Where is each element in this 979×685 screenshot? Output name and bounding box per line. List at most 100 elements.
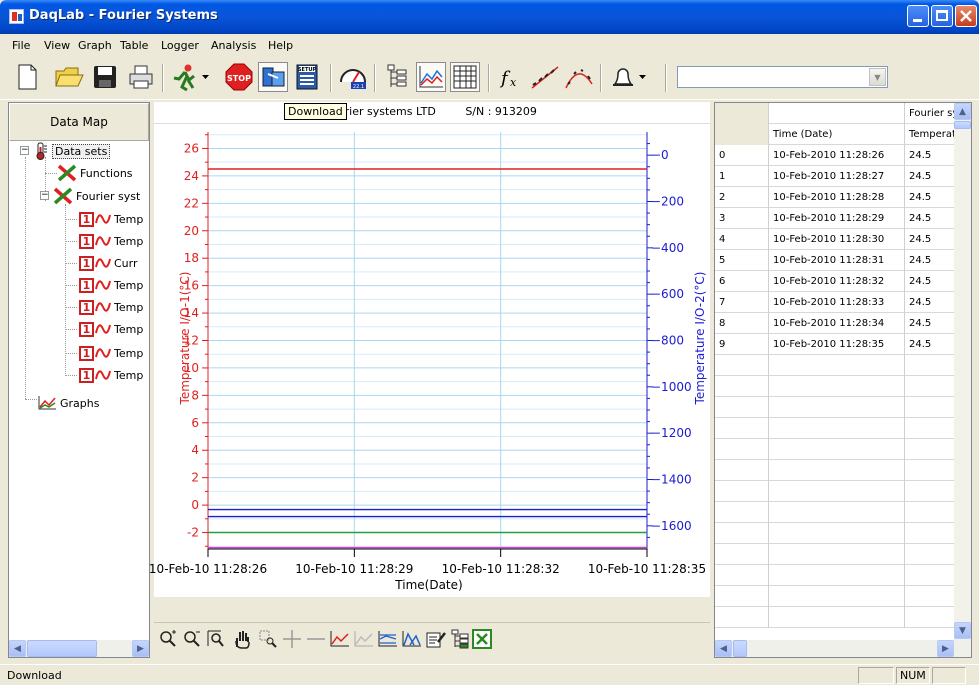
left-panel-scrollbar[interactable]: ◀ ▶ <box>9 640 149 657</box>
run-dropdown[interactable] <box>200 62 212 92</box>
table-row[interactable]: 3 10-Feb-2010 11:28:29 24.5 <box>715 208 971 229</box>
print-button[interactable] <box>126 62 156 92</box>
table-row[interactable] <box>715 439 971 460</box>
zoom-fit-button[interactable] <box>206 629 226 649</box>
cursor-remove-button[interactable] <box>306 629 326 649</box>
tree-item-sensor-4[interactable]: 1 Temp <box>79 275 143 295</box>
cursor-add-button[interactable] <box>282 629 302 649</box>
stop-button[interactable]: STOP <box>224 62 254 92</box>
line-graph-gray-button[interactable] <box>354 629 374 649</box>
minimize-button[interactable] <box>907 5 929 27</box>
data-map-button[interactable]: Data Map <box>9 103 149 141</box>
collapse-logger[interactable]: − <box>40 191 49 200</box>
table-row[interactable]: 8 10-Feb-2010 11:28:34 24.5 <box>715 313 971 334</box>
scroll-right-button[interactable]: ▶ <box>937 640 954 657</box>
tree-item-functions[interactable]: Functions <box>57 163 133 183</box>
menu-view[interactable]: View <box>44 39 70 52</box>
tree-item-sensor-1[interactable]: 1 Temp <box>79 209 143 229</box>
table-row[interactable]: 2 10-Feb-2010 11:28:28 24.5 <box>715 187 971 208</box>
table-row[interactable] <box>715 523 971 544</box>
tree-item-graphs[interactable]: Graphs <box>37 393 99 413</box>
table-row[interactable] <box>715 481 971 502</box>
scroll-thumb[interactable] <box>954 121 971 129</box>
column-header-time[interactable]: Time (Date) <box>769 124 905 145</box>
scroll-up-button[interactable]: ▲ <box>954 103 971 120</box>
function-button[interactable]: fx <box>496 62 526 92</box>
tree-item-sensor-2[interactable]: 1 Temp <box>79 231 143 251</box>
tree-item-sensor-8[interactable]: 1 Temp <box>79 365 143 385</box>
save-button[interactable] <box>90 62 120 92</box>
table-row[interactable]: 4 10-Feb-2010 11:28:30 24.5 <box>715 229 971 250</box>
menu-graph[interactable]: Graph <box>78 39 112 52</box>
menu-table[interactable]: Table <box>120 39 148 52</box>
menu-analysis[interactable]: Analysis <box>211 39 256 52</box>
table-row[interactable] <box>715 376 971 397</box>
graph-toggle[interactable] <box>416 62 446 92</box>
maximize-button[interactable] <box>931 5 953 27</box>
scroll-left-button[interactable]: ◀ <box>715 640 732 657</box>
scroll-down-button[interactable]: ▼ <box>954 622 971 639</box>
title-bar[interactable]: DaqLab - Fourier Systems <box>0 0 979 34</box>
combo-dropdown-button[interactable]: ▼ <box>869 68 886 86</box>
table-row[interactable]: 7 10-Feb-2010 11:28:33 24.5 <box>715 292 971 313</box>
open-button[interactable] <box>54 62 84 92</box>
tree-item-sensor-6[interactable]: 1 Temp <box>79 319 143 339</box>
bar-area-button[interactable] <box>402 629 422 649</box>
menu-logger[interactable]: Logger <box>161 39 199 52</box>
table-vertical-scrollbar[interactable]: ▲ ▼ <box>954 103 971 641</box>
trend-line-button[interactable] <box>530 62 560 92</box>
close-button[interactable] <box>955 5 977 27</box>
meter-button[interactable]: 22.1 <box>338 62 368 92</box>
zoom-area-button[interactable] <box>258 629 278 649</box>
table-horizontal-scrollbar[interactable]: ◀ ▶ <box>715 640 971 657</box>
data-map-toggle[interactable] <box>382 62 412 92</box>
zoom-in-button[interactable] <box>158 629 178 649</box>
table-row[interactable] <box>715 502 971 523</box>
alarm-dropdown[interactable] <box>637 62 649 92</box>
collapse-data-sets[interactable]: − <box>20 146 29 155</box>
curve-fit-button[interactable] <box>564 62 594 92</box>
menu-help[interactable]: Help <box>268 39 293 52</box>
scroll-left-button[interactable]: ◀ <box>9 640 26 657</box>
setup-button[interactable]: SETUP <box>292 62 322 92</box>
new-button[interactable] <box>12 62 42 92</box>
download-button[interactable] <box>258 62 288 92</box>
table-row[interactable]: 6 10-Feb-2010 11:28:32 24.5 <box>715 271 971 292</box>
table-toggle[interactable] <box>450 62 480 92</box>
scroll-right-button[interactable]: ▶ <box>132 640 149 657</box>
table-row[interactable] <box>715 544 971 565</box>
table-row[interactable] <box>715 397 971 418</box>
scroll-thumb[interactable] <box>27 640 97 657</box>
tree-item-sensor-3[interactable]: 1 Curr <box>79 253 138 273</box>
plot-area[interactable] <box>154 124 710 597</box>
line-graph-button[interactable] <box>330 629 350 649</box>
table-row[interactable] <box>715 355 971 376</box>
excel-export-button[interactable] <box>472 629 492 649</box>
table-row[interactable] <box>715 607 971 628</box>
table-row[interactable]: 0 10-Feb-2010 11:28:26 24.5 <box>715 145 971 166</box>
zoom-out-button[interactable] <box>182 629 202 649</box>
table-row[interactable] <box>715 565 971 586</box>
table-row[interactable] <box>715 460 971 481</box>
table-row[interactable]: 5 10-Feb-2010 11:28:31 24.5 <box>715 250 971 271</box>
table-row[interactable]: 9 10-Feb-2010 11:28:35 24.5 <box>715 334 971 355</box>
tree-item-logger[interactable]: Fourier syst <box>53 186 140 206</box>
tree-item-sensor-5[interactable]: 1 Temp <box>79 297 143 317</box>
column-header-temperature[interactable]: Temperatu <box>905 124 956 145</box>
properties-button[interactable] <box>426 629 446 649</box>
menu-file[interactable]: File <box>12 39 30 52</box>
pan-button[interactable] <box>232 629 252 649</box>
tree-item-data-sets[interactable]: Data sets <box>33 141 111 161</box>
data-map-tool-button[interactable] <box>450 629 470 649</box>
tree-label-sensor: Temp <box>114 368 144 382</box>
run-button[interactable] <box>170 62 200 92</box>
alarm-button[interactable] <box>608 62 638 92</box>
toolbar-combo[interactable]: ▼ <box>677 66 888 88</box>
multi-line-button[interactable] <box>378 629 398 649</box>
table-row[interactable]: 1 10-Feb-2010 11:28:27 24.5 <box>715 166 971 187</box>
table-row[interactable] <box>715 586 971 607</box>
bar-area-icon <box>402 631 421 647</box>
table-row[interactable] <box>715 418 971 439</box>
scroll-thumb[interactable] <box>733 640 747 657</box>
tree-item-sensor-7[interactable]: 1 Temp <box>79 343 143 363</box>
